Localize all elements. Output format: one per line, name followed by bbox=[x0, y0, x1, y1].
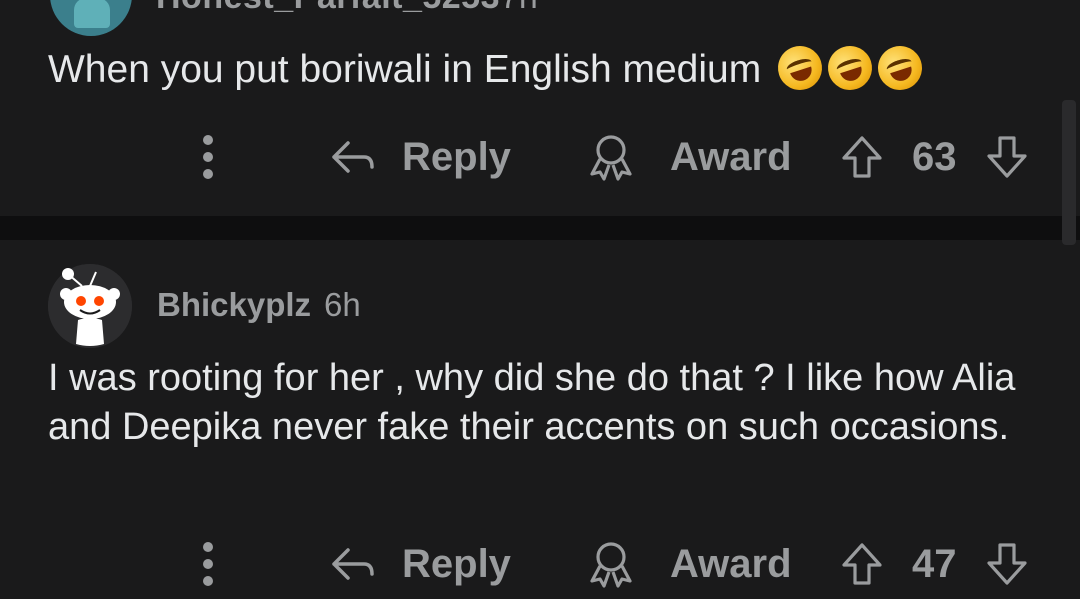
comment: Honest_Parfait_5253 7h When you put bori… bbox=[0, 0, 1080, 216]
comment-actions: Reply Award 63 bbox=[0, 122, 1080, 192]
comment-thread: Honest_Parfait_5253 7h When you put bori… bbox=[0, 0, 1080, 599]
downvote-icon[interactable] bbox=[985, 541, 1029, 587]
scrollbar[interactable] bbox=[1062, 100, 1076, 245]
award-label: Award bbox=[670, 134, 792, 179]
comment-actions: Reply Award 47 bbox=[0, 529, 1080, 599]
comment-timestamp: 7h bbox=[500, 0, 538, 17]
more-options-icon[interactable] bbox=[200, 542, 216, 586]
award-button[interactable]: Award bbox=[586, 534, 792, 594]
vote-count: 63 bbox=[912, 134, 957, 179]
comment-body: I was rooting for her , why did she do t… bbox=[48, 357, 1016, 448]
vote-controls: 63 bbox=[840, 127, 1029, 187]
reply-arrow-icon bbox=[332, 141, 374, 173]
downvote-icon[interactable] bbox=[985, 134, 1029, 180]
award-ribbon-icon bbox=[590, 135, 632, 181]
avatar[interactable] bbox=[48, 264, 132, 348]
reply-arrow-icon bbox=[332, 548, 374, 580]
comment-body: When you put boriwali in English medium bbox=[48, 40, 928, 96]
vote-controls: 47 bbox=[840, 534, 1029, 594]
award-ribbon-icon bbox=[590, 542, 632, 588]
reply-label: Reply bbox=[402, 134, 511, 179]
comment-text: When you put boriwali in English medium bbox=[48, 48, 762, 91]
reply-button[interactable]: Reply bbox=[328, 534, 511, 594]
comment-timestamp: 6h bbox=[324, 286, 361, 323]
avatar[interactable] bbox=[50, 0, 132, 36]
award-label: Award bbox=[670, 541, 792, 586]
comment-username[interactable]: Honest_Parfait_5253 bbox=[156, 0, 500, 17]
upvote-icon[interactable] bbox=[840, 134, 884, 180]
comment-divider bbox=[0, 216, 1080, 240]
snoo-avatar-icon bbox=[48, 264, 132, 348]
award-button[interactable]: Award bbox=[586, 127, 792, 187]
rolling-laughing-emoji-icon bbox=[872, 40, 928, 96]
comment-username[interactable]: Bhickyplz bbox=[157, 286, 311, 324]
reply-button[interactable]: Reply bbox=[328, 127, 511, 187]
reply-label: Reply bbox=[402, 541, 511, 586]
vote-count: 47 bbox=[912, 541, 957, 586]
rolling-laughing-emoji-icon bbox=[822, 40, 878, 96]
more-options-icon[interactable] bbox=[200, 135, 216, 179]
upvote-icon[interactable] bbox=[840, 541, 884, 587]
rolling-laughing-emoji-icon bbox=[772, 40, 828, 96]
